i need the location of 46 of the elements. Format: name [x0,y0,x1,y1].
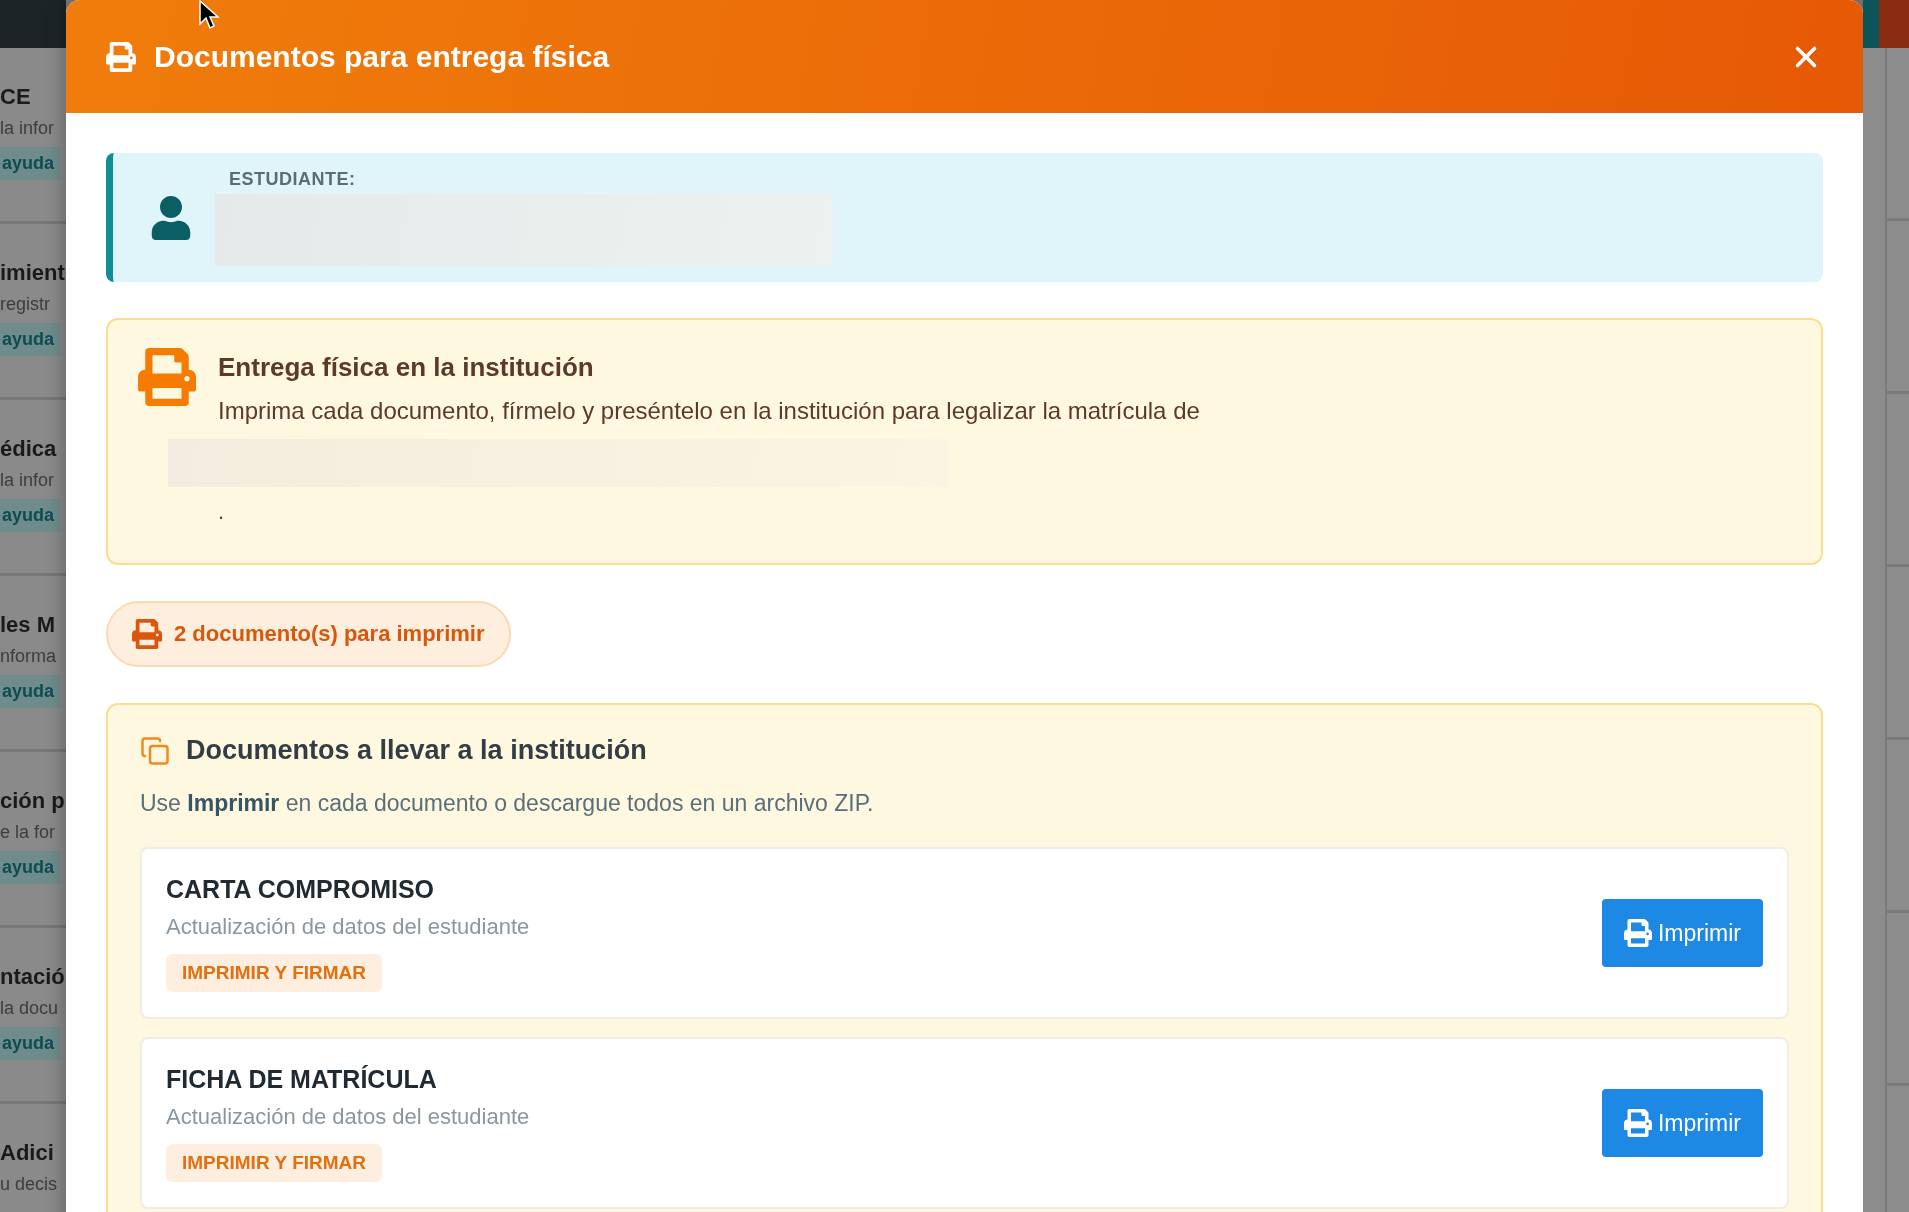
help-button[interactable]: ayuda [0,499,61,532]
header-bar [0,0,66,48]
document-name: CARTA COMPROMISO [166,874,435,904]
document-description: Actualización de datos del estudiante [166,913,530,940]
help-button[interactable]: ayuda [0,323,61,356]
header-bar [1863,0,1909,48]
card-title: CE [0,84,31,110]
card-title: ntació [0,964,65,990]
card-text: u decis [0,1174,58,1195]
card-text: registr [0,294,50,315]
document-tag: IMPRIMIR Y FIRMAR [166,1143,383,1182]
document-description: Actualización de datos del estudiante [166,1103,530,1130]
card-title: imient [0,260,65,286]
documents-icon [140,735,170,766]
notice-text: . [218,499,225,525]
notice-title: Entrega física en la institución [218,352,595,383]
help-button[interactable]: ayuda [0,147,61,180]
cursor-icon [198,0,222,30]
section-hint: Use Imprimir en cada documento o descargue todos en un archivo ZIP. [140,790,875,817]
print-button[interactable]: Imprimir [1601,899,1763,967]
count-text: 2 documento(s) para imprimir [174,621,485,647]
card-title: Adici [0,1140,54,1166]
dialog-title: Documentos para entrega física [154,39,611,74]
card-text: la infor [0,118,55,139]
user-icon [149,195,193,240]
card-title: les M [0,612,56,638]
print-button[interactable]: Imprimir [1601,1089,1763,1157]
printer-icon [1623,1109,1652,1137]
card-text: la infor [0,470,55,491]
document-tag: IMPRIMIR Y FIRMAR [166,953,383,992]
card-title: ción p [0,788,65,814]
card-text: e la for [0,822,56,843]
printer-icon [138,348,196,406]
card-text: la docu [0,998,59,1019]
printer-icon [1623,919,1652,947]
help-button[interactable]: ayuda [0,675,61,708]
section-title: Documentos a llevar a la institución [186,735,647,766]
document-name: FICHA DE MATRÍCULA [166,1064,437,1094]
notice-text: Imprima cada documento, fírmelo y preséntelo en la institución para legalizar la matrícula de [218,397,1201,425]
printer-icon [132,619,162,649]
card-text: nforma [0,646,57,667]
printer-icon [106,41,136,72]
help-button[interactable]: ayuda [0,1027,61,1060]
help-button[interactable]: ayuda [0,851,61,884]
card-title: édica [0,436,57,462]
student-label: ESTUDIANTE: [229,169,357,190]
